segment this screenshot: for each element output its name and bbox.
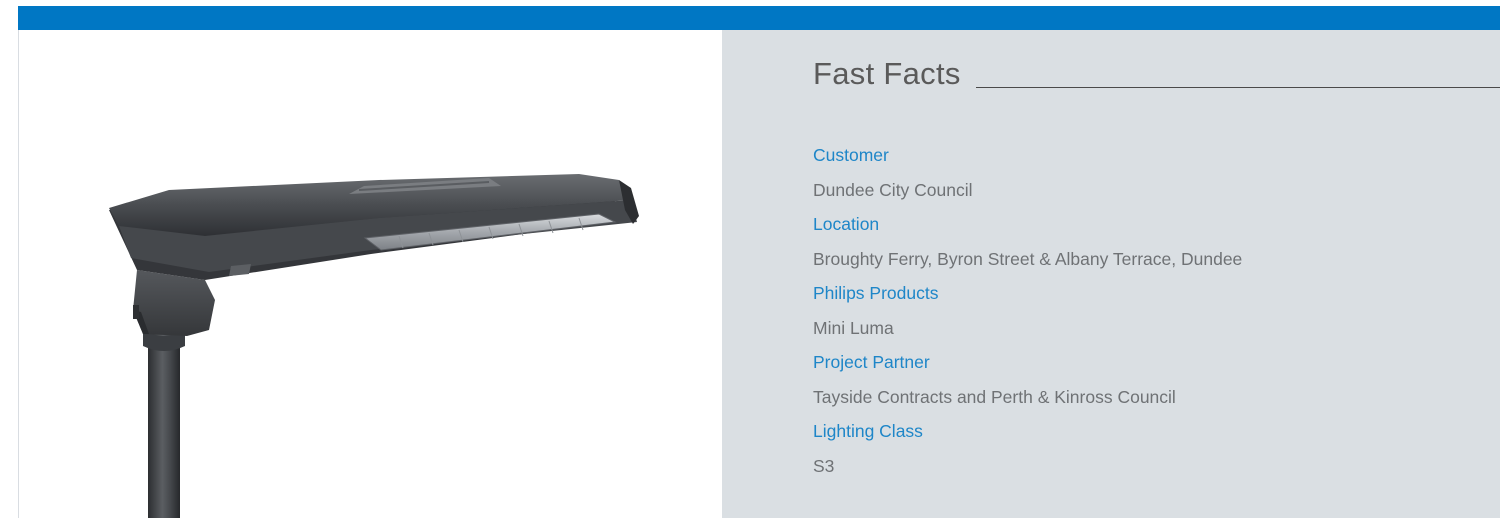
fact-value-project-partner: Tayside Contracts and Perth & Kinross Co… [813, 386, 1176, 407]
fact-label-customer: Customer [813, 145, 889, 165]
fast-facts-header: Fast Facts [813, 54, 1500, 94]
fact-value-lighting-class: S3 [813, 455, 835, 476]
lamp-bracket-bolt [133, 305, 139, 319]
fast-facts-list: Customer Dundee City Council Location Br… [813, 138, 1493, 483]
fact-value-customer: Dundee City Council [813, 179, 973, 200]
fact-label-project-partner: Project Partner [813, 352, 930, 372]
fact-label-philips-products: Philips Products [813, 283, 939, 303]
product-image-area [19, 30, 722, 518]
fact-label-location: Location [813, 214, 880, 234]
fact-label-lighting-class: Lighting Class [813, 421, 923, 441]
fast-facts-title: Fast Facts [813, 56, 961, 91]
street-lamp-image [109, 174, 639, 518]
fast-facts-divider [976, 87, 1500, 88]
fast-facts-panel: Fast Facts Customer Dundee City Council … [722, 30, 1500, 518]
brand-header-bar [18, 6, 1500, 30]
fact-value-philips-products: Mini Luma [813, 317, 894, 338]
fact-value-location: Broughty Ferry, Byron Street & Albany Te… [813, 248, 1243, 269]
page: Fast Facts Customer Dundee City Council … [0, 0, 1500, 518]
